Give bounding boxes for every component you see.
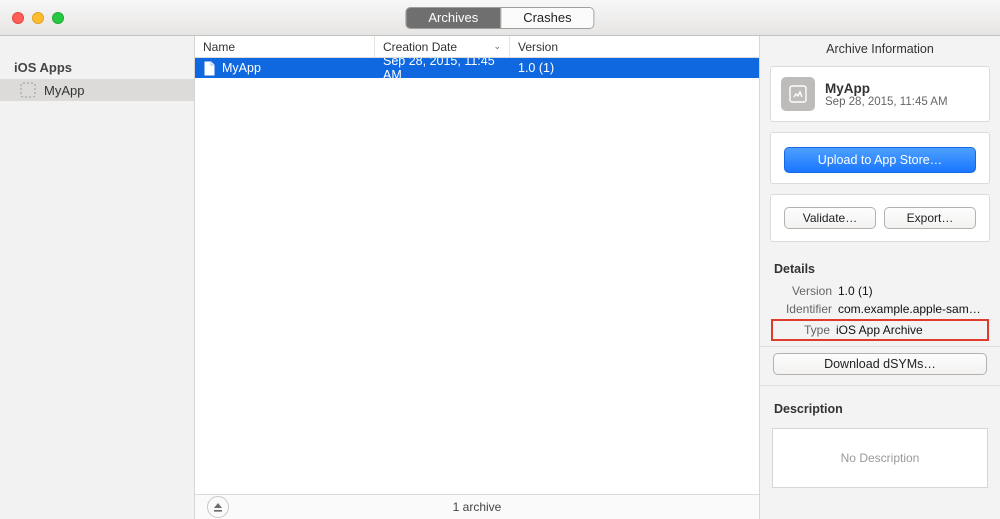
detail-identifier: Identifier com.example.apple-sam… [760,300,1000,318]
window-controls [12,12,64,24]
inspector-header-card: MyApp Sep 28, 2015, 11:45 AM [770,66,990,122]
detail-version: Version 1.0 (1) [760,282,1000,300]
validate-button[interactable]: Validate… [784,207,876,229]
tabs-segmented: Archives Crashes [405,7,594,29]
sidebar-item-label: MyApp [44,83,84,98]
main: iOS Apps MyApp Name Creation Date ⌄ Vers… [0,36,1000,519]
archive-name: MyApp [222,61,261,75]
eject-icon [207,496,229,518]
safe-remove-button[interactable] [207,496,229,518]
description-heading: Description [760,392,1000,422]
minimize-window-icon[interactable] [32,12,44,24]
inspector-title: Archive Information [760,36,1000,66]
description-placeholder: No Description [841,451,920,465]
archive-row[interactable]: MyApp Sep 28, 2015, 11:45 AM 1.0 (1) [195,58,759,78]
sidebar-heading: iOS Apps [0,56,194,79]
upload-button[interactable]: Upload to App Store… [784,147,976,173]
status-bar: 1 archive [195,494,759,519]
download-dsyms-button[interactable]: Download dSYMs… [773,353,987,375]
column-name[interactable]: Name [195,36,375,57]
titlebar: Archives Crashes [0,0,1000,36]
detail-type-key: Type [774,323,830,337]
archive-rows: MyApp Sep 28, 2015, 11:45 AM 1.0 (1) [195,58,759,494]
tab-archives[interactable]: Archives [406,8,500,28]
detail-identifier-value: com.example.apple-sam… [838,302,986,316]
column-headers: Name Creation Date ⌄ Version [195,36,759,58]
details-heading: Details [760,252,1000,282]
column-creation-date-label: Creation Date [383,40,457,54]
detail-version-value: 1.0 (1) [838,284,986,298]
upload-card: Upload to App Store… [770,132,990,184]
archive-icon [20,82,36,98]
app-icon [781,77,815,111]
validate-export-card: Validate… Export… [770,194,990,242]
close-window-icon[interactable] [12,12,24,24]
file-icon [203,61,216,76]
inspector-app-date: Sep 28, 2015, 11:45 AM [825,96,948,108]
export-button[interactable]: Export… [884,207,976,229]
sidebar-item-myapp[interactable]: MyApp [0,79,194,101]
inspector: Archive Information MyApp Sep 28, 2015, … [760,36,1000,519]
detail-version-key: Version [774,284,832,298]
detail-type-value: iOS App Archive [836,323,986,337]
sidebar: iOS Apps MyApp [0,36,195,519]
tab-crashes[interactable]: Crashes [500,8,593,28]
sort-caret-icon: ⌄ [493,41,501,52]
zoom-window-icon[interactable] [52,12,64,24]
status-count: 1 archive [453,500,502,514]
column-creation-date[interactable]: Creation Date ⌄ [375,36,510,57]
detail-type: Type iOS App Archive [772,320,988,340]
archive-version: 1.0 (1) [510,61,759,75]
archive-list-pane: Name Creation Date ⌄ Version MyApp Sep 2… [195,36,760,519]
archive-date: Sep 28, 2015, 11:45 AM [375,58,510,82]
description-box[interactable]: No Description [772,428,988,488]
detail-identifier-key: Identifier [774,302,832,316]
inspector-app-name: MyApp [825,81,948,96]
column-version[interactable]: Version [510,36,759,57]
